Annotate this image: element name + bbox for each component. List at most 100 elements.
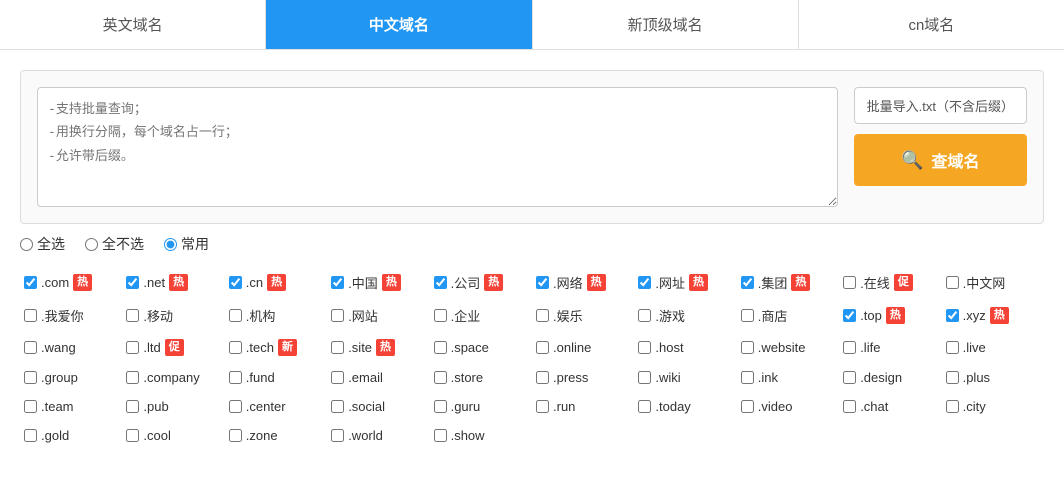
domain-checkbox[interactable]	[843, 341, 856, 354]
domain-item: .life	[839, 332, 941, 363]
domain-item: .娱乐	[532, 299, 634, 332]
domain-item: .center	[225, 392, 327, 421]
domain-checkbox[interactable]	[24, 276, 37, 289]
domain-checkbox[interactable]	[229, 276, 242, 289]
domain-item: .商店	[737, 299, 839, 332]
select-all-radio[interactable]	[20, 238, 33, 251]
domain-checkbox[interactable]	[638, 341, 651, 354]
domain-label: .top	[860, 308, 882, 323]
domain-checkbox[interactable]	[536, 371, 549, 384]
domain-checkbox[interactable]	[24, 429, 37, 442]
domain-checkbox[interactable]	[331, 309, 344, 322]
domain-checkbox[interactable]	[24, 371, 37, 384]
domain-checkbox[interactable]	[741, 276, 754, 289]
domain-checkbox[interactable]	[741, 341, 754, 354]
deselect-all-option[interactable]: 全不选	[85, 234, 144, 254]
domain-label: .com	[41, 275, 69, 290]
domain-checkbox[interactable]	[536, 309, 549, 322]
domain-checkbox[interactable]	[843, 276, 856, 289]
domain-grid: .com热.net热.cn热.中国热.公司热.网络热.网址热.集团热.在线促.中…	[20, 266, 1044, 450]
domain-label: .wang	[41, 340, 76, 355]
domain-checkbox[interactable]	[946, 400, 959, 413]
domain-item: .video	[737, 392, 839, 421]
deselect-all-radio[interactable]	[85, 238, 98, 251]
domain-checkbox[interactable]	[638, 371, 651, 384]
domain-label: .host	[655, 340, 683, 355]
domain-checkbox[interactable]	[331, 276, 344, 289]
domain-label: .娱乐	[553, 306, 583, 325]
import-button[interactable]: 批量导入.txt（不含后缀）	[854, 87, 1027, 124]
domain-checkbox[interactable]	[536, 341, 549, 354]
domain-checkbox[interactable]	[741, 400, 754, 413]
domain-label: .store	[451, 370, 484, 385]
tab-chinese[interactable]: 中文域名	[266, 0, 532, 49]
domain-label: .移动	[143, 306, 173, 325]
domain-checkbox[interactable]	[229, 309, 242, 322]
domain-checkbox[interactable]	[126, 276, 139, 289]
domain-item: .group	[20, 363, 122, 392]
domain-checkbox[interactable]	[126, 341, 139, 354]
domain-item: .chat	[839, 392, 941, 421]
domain-checkbox[interactable]	[434, 341, 447, 354]
domain-label: .中国	[348, 273, 378, 292]
domain-checkbox[interactable]	[434, 371, 447, 384]
tab-new-tld[interactable]: 新顶级域名	[533, 0, 799, 49]
domain-checkbox[interactable]	[126, 371, 139, 384]
domain-checkbox[interactable]	[24, 400, 37, 413]
domain-checkbox[interactable]	[126, 429, 139, 442]
domain-badge: 促	[165, 339, 184, 356]
domain-checkbox[interactable]	[434, 309, 447, 322]
domain-checkbox[interactable]	[229, 400, 242, 413]
domain-checkbox[interactable]	[638, 309, 651, 322]
domain-checkbox[interactable]	[434, 429, 447, 442]
domain-item: .zone	[225, 421, 327, 450]
domain-checkbox[interactable]	[24, 341, 37, 354]
domain-item: .网站	[327, 299, 429, 332]
domain-label: .ink	[758, 370, 778, 385]
domain-checkbox[interactable]	[126, 400, 139, 413]
domain-checkbox[interactable]	[126, 309, 139, 322]
domain-badge: 热	[484, 274, 503, 291]
domain-item: .website	[737, 332, 839, 363]
domain-badge: 热	[169, 274, 188, 291]
domain-item: .集团热	[737, 266, 839, 299]
domain-checkbox[interactable]	[331, 429, 344, 442]
domain-checkbox[interactable]	[434, 400, 447, 413]
select-all-option[interactable]: 全选	[20, 234, 65, 254]
common-option[interactable]: 常用	[164, 234, 209, 254]
domain-checkbox[interactable]	[946, 341, 959, 354]
domain-checkbox[interactable]	[331, 341, 344, 354]
domain-checkbox[interactable]	[229, 429, 242, 442]
domain-checkbox[interactable]	[741, 371, 754, 384]
domain-checkbox[interactable]	[229, 341, 242, 354]
tab-cn[interactable]: cn域名	[799, 0, 1064, 49]
domain-checkbox[interactable]	[536, 400, 549, 413]
domain-checkbox[interactable]	[24, 309, 37, 322]
domain-checkbox[interactable]	[946, 309, 959, 322]
search-textarea[interactable]	[37, 87, 838, 207]
domain-checkbox[interactable]	[638, 276, 651, 289]
domain-checkbox[interactable]	[331, 371, 344, 384]
domain-checkbox[interactable]	[946, 276, 959, 289]
domain-item: .gold	[20, 421, 122, 450]
domain-item: .city	[942, 392, 1044, 421]
domain-checkbox[interactable]	[229, 371, 242, 384]
domain-label: .press	[553, 370, 588, 385]
domain-checkbox[interactable]	[638, 400, 651, 413]
domain-checkbox[interactable]	[434, 276, 447, 289]
domain-checkbox[interactable]	[536, 276, 549, 289]
domain-checkbox[interactable]	[843, 400, 856, 413]
domain-checkbox[interactable]	[331, 400, 344, 413]
domain-item: .机构	[225, 299, 327, 332]
search-button[interactable]: 🔍 查域名	[854, 134, 1027, 186]
tab-english[interactable]: 英文域名	[0, 0, 266, 49]
domain-label: .游戏	[655, 306, 685, 325]
domain-item: .press	[532, 363, 634, 392]
domain-checkbox[interactable]	[741, 309, 754, 322]
domain-label: .social	[348, 399, 385, 414]
domain-label: .show	[451, 428, 485, 443]
domain-checkbox[interactable]	[843, 309, 856, 322]
domain-checkbox[interactable]	[946, 371, 959, 384]
common-radio[interactable]	[164, 238, 177, 251]
domain-checkbox[interactable]	[843, 371, 856, 384]
